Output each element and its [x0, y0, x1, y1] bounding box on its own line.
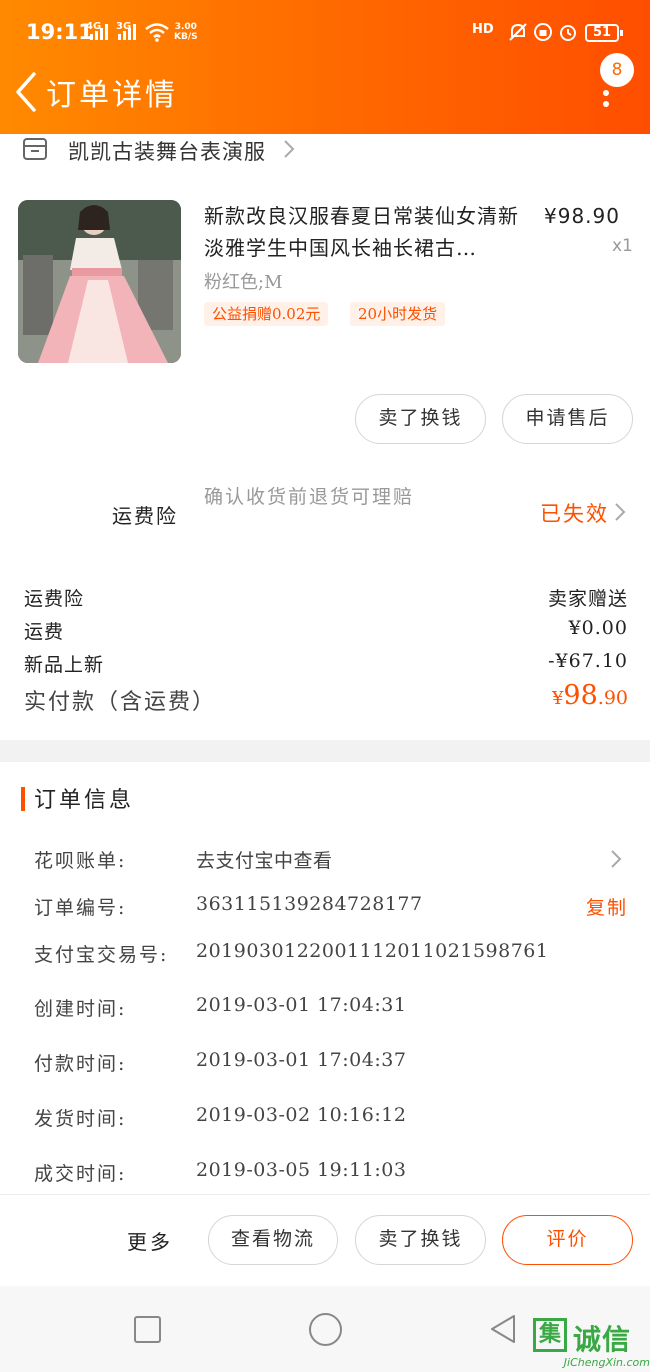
order-info-title: 订单信息 [34, 788, 135, 813]
insurance-label: 运费险 [112, 504, 178, 528]
fee-label: 运费 [24, 621, 65, 643]
status-time: 19:11 [26, 20, 93, 44]
view-logistics-button[interactable]: 查看物流 [208, 1215, 338, 1265]
lock-rotation-icon [534, 23, 552, 41]
total-label: 实付款（含运费） [24, 690, 217, 715]
page-title: 订单详情 [46, 78, 178, 113]
section-divider [0, 740, 650, 762]
sell-for-cash-button-bottom[interactable]: 卖了换钱 [355, 1215, 486, 1265]
product-quantity: x1 [612, 236, 633, 256]
fee-value: 卖家赠送 [547, 588, 628, 610]
chevron-right-icon [284, 140, 295, 158]
review-button[interactable]: 评价 [502, 1215, 633, 1265]
bell-mute-icon [509, 23, 527, 41]
product-sku: 粉红色;M [204, 272, 283, 293]
info-row-shipped: 发货时间: 2019-03-02 10:16:12 [34, 1104, 407, 1130]
status-bar: 19:11 4G 3G 3.00 KB/S HD 51 [0, 14, 650, 54]
hd-icon: HD [472, 22, 494, 37]
home-icon[interactable] [309, 1313, 342, 1346]
insurance-description: 确认收货前退货可理赔 [204, 486, 415, 508]
more-button[interactable]: 更多 [127, 1226, 173, 1255]
insurance-status[interactable]: 已失效 [540, 498, 609, 528]
info-row-completed: 成交时间: 2019-03-05 19:11:03 [34, 1159, 407, 1185]
product-image[interactable] [18, 200, 181, 363]
chevron-right-icon[interactable] [614, 501, 627, 523]
recent-apps-icon[interactable] [134, 1316, 161, 1343]
shop-name: 凯凯古装舞台表演服 [68, 140, 266, 164]
fee-value: ¥0.00 [568, 617, 628, 639]
alarm-icon [560, 25, 576, 41]
more-menu-icon[interactable] [602, 90, 612, 110]
watermark-logo: 集 诚信 JiChengXin.com [533, 1318, 650, 1372]
signal-icon-2 [118, 24, 140, 40]
info-row-paid: 付款时间: 2019-03-01 17:04:37 [34, 1049, 407, 1075]
fee-row-insurance: 运费险 卖家赠送 [24, 584, 628, 614]
info-row-order-number: 订单编号: 363115139284728177 复制 [34, 893, 629, 920]
info-row-created: 创建时间: 2019-03-01 17:04:31 [34, 994, 407, 1020]
network-speed: 3.00 KB/S [174, 22, 198, 42]
message-badge[interactable]: 8 [600, 53, 634, 87]
product-title[interactable]: 新款改良汉服春夏日常装仙女清新淡雅学生中国风长袖长裙古… [204, 200, 534, 264]
tag-shipping: 20小时发货 [350, 302, 446, 326]
tag-charity: 公益捐赠0.02元 [204, 302, 329, 326]
info-row-alipay-trade: 支付宝交易号: 2019030122001112011021598761 [34, 940, 549, 966]
fee-row-shipping: 运费 ¥0.00 [24, 617, 628, 647]
total-amount: ¥98.90 [551, 680, 628, 711]
product-price: ¥98.90 [544, 204, 620, 228]
back-arrow-icon[interactable] [12, 70, 42, 114]
nav-back-icon[interactable] [486, 1312, 520, 1346]
shop-icon [23, 138, 47, 160]
sell-for-cash-button[interactable]: 卖了换钱 [355, 394, 486, 444]
signal-icon [90, 24, 112, 40]
after-sales-button[interactable]: 申请售后 [502, 394, 633, 444]
fee-value: -¥67.10 [548, 650, 628, 672]
fee-row-discount: 新品上新 -¥67.10 [24, 650, 628, 680]
fee-label: 新品上新 [24, 654, 105, 676]
info-row-huabei[interactable]: 花呗账单: 去支付宝中查看 [0, 846, 650, 880]
battery-icon: 51 [585, 24, 623, 42]
fee-label: 运费险 [24, 588, 85, 610]
wifi-icon [145, 23, 169, 42]
header: 19:11 4G 3G 3.00 KB/S HD 51 订单详情 8 [0, 0, 650, 134]
product-photo [18, 200, 181, 363]
copy-button[interactable]: 复制 [586, 893, 628, 920]
shop-row[interactable]: 凯凯古装舞台表演服 [0, 134, 650, 170]
section-accent-bar [21, 787, 25, 811]
chevron-right-icon [611, 850, 622, 868]
